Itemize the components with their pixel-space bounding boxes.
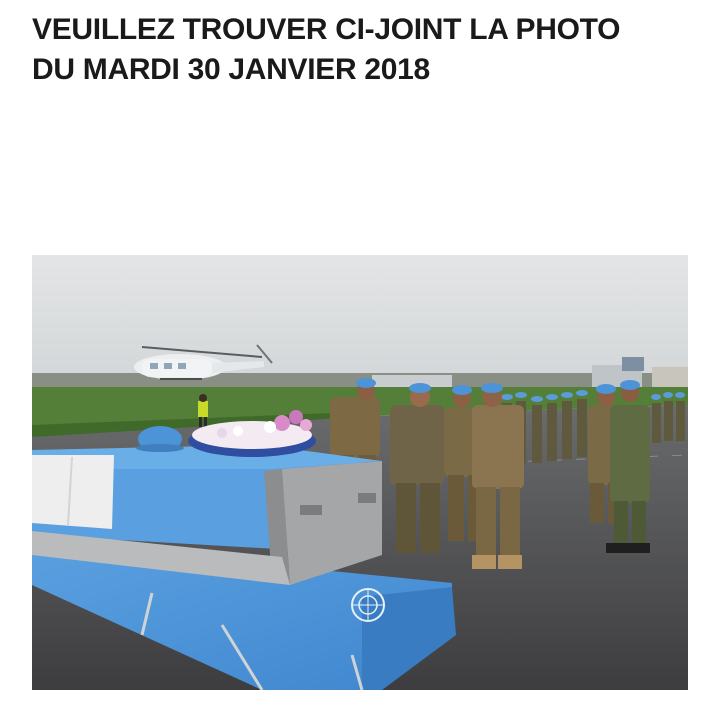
un-emblem-icon	[351, 588, 385, 622]
photo-sky	[32, 255, 688, 385]
headline-line-2: DU MARDI 30 JANVIER 2018	[32, 53, 430, 86]
headline-line-1: VEUILLEZ TROUVER CI-JOINT LA PHOTO	[32, 13, 621, 46]
post-view: VEUILLEZ TROUVER CI-JOINT LA PHOTO DU MA…	[0, 0, 720, 703]
post-photo[interactable]	[32, 255, 688, 690]
post-headline: VEUILLEZ TROUVER CI-JOINT LA PHOTO DU MA…	[32, 10, 692, 90]
